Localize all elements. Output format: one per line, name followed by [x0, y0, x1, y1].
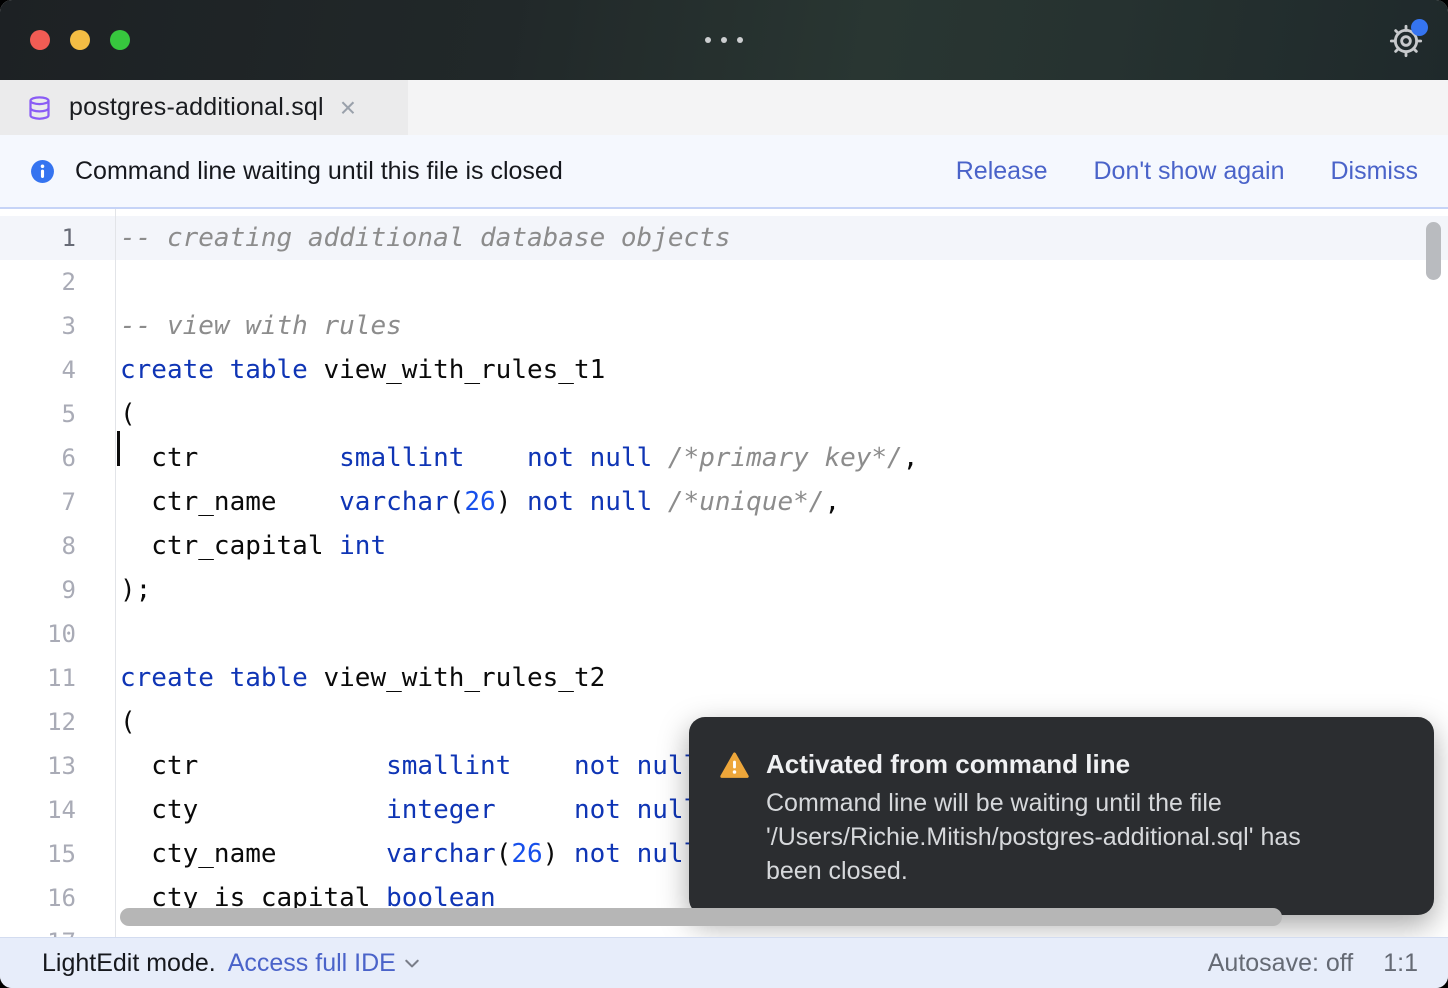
- code-line: (: [120, 399, 136, 429]
- close-window-button[interactable]: [30, 30, 50, 50]
- horizontal-scrollbar[interactable]: [120, 908, 1282, 926]
- status-right-widgets: Autosave: off 1:1: [1208, 949, 1418, 978]
- code-line: -- view with rules: [120, 311, 402, 341]
- banner-actions: Release Don't show again Dismiss: [956, 157, 1418, 186]
- traffic-lights: [30, 30, 130, 50]
- minimize-window-button[interactable]: [70, 30, 90, 50]
- line-number: 5: [61, 400, 76, 428]
- line-number: 17: [0, 920, 115, 937]
- zoom-window-button[interactable]: [110, 30, 130, 50]
- banner-message: Command line waiting until this file is …: [75, 156, 563, 185]
- notification-badge: [1411, 19, 1428, 36]
- status-bar: LightEdit mode. Access full IDE Autosave…: [0, 937, 1448, 988]
- tab-postgres-additional-sql[interactable]: postgres-additional.sql ×: [0, 80, 408, 135]
- code-line: create table view_with_rules_t1: [120, 355, 606, 385]
- chevron-down-icon: [405, 959, 419, 968]
- autosave-status[interactable]: Autosave: off: [1208, 949, 1353, 978]
- line-number: 15: [47, 840, 76, 868]
- dismiss-link[interactable]: Dismiss: [1331, 157, 1419, 186]
- line-number: 13: [47, 752, 76, 780]
- text-caret: [117, 431, 120, 466]
- line-number: 16: [47, 884, 76, 912]
- line-number: 14: [47, 796, 76, 824]
- tab-bar: postgres-additional.sql ×: [0, 80, 1448, 135]
- dont-show-again-link[interactable]: Don't show again: [1093, 157, 1284, 186]
- line-number: 11: [47, 664, 76, 692]
- code-line: -- creating additional database objects: [120, 223, 731, 253]
- toast-title: Activated from command line: [766, 749, 1131, 779]
- code-line: );: [120, 575, 152, 605]
- notification-banner: Command line waiting until this file is …: [0, 135, 1448, 209]
- database-icon: [29, 95, 50, 120]
- vertical-scrollbar[interactable]: [1426, 222, 1441, 280]
- toast-notification[interactable]: Activated from command line Command line…: [689, 717, 1434, 915]
- caret-position-widget[interactable]: 1:1: [1383, 949, 1418, 978]
- close-tab-icon[interactable]: ×: [340, 93, 356, 122]
- line-number: 7: [61, 488, 76, 516]
- line-number: 8: [61, 532, 76, 560]
- access-full-ide-link[interactable]: Access full IDE: [228, 949, 420, 978]
- info-icon: [31, 159, 54, 183]
- line-number: 4: [61, 356, 76, 384]
- line-number: 6: [61, 444, 76, 472]
- code-line: ctr_capital int: [120, 531, 387, 561]
- tab-title: postgres-additional.sql: [69, 93, 324, 121]
- settings-button[interactable]: [1386, 19, 1428, 61]
- toast-text: Activated from command line Command line…: [766, 747, 1301, 888]
- title-bar: [0, 0, 1448, 80]
- line-number: 3: [61, 312, 76, 340]
- release-link[interactable]: Release: [956, 157, 1048, 186]
- ellipsis-icon: [705, 37, 743, 43]
- toast-body: Command line will be waiting until the f…: [766, 789, 1301, 885]
- line-number: 1: [61, 224, 76, 252]
- gutter: 1234567891011121314151617: [0, 209, 116, 937]
- ide-window: postgres-additional.sql × Command line w…: [0, 0, 1448, 988]
- warning-icon: [720, 752, 749, 778]
- lightedit-mode-label: LightEdit mode.: [42, 948, 216, 977]
- line-number: 2: [61, 268, 76, 296]
- line-number: 9: [61, 576, 76, 604]
- line-number: 10: [47, 620, 76, 648]
- code-line: ctr smallint not null /*primary key*/,: [120, 443, 919, 473]
- line-number: 12: [47, 708, 76, 736]
- code-line: create table view_with_rules_t2: [120, 663, 606, 693]
- code-line: ctr_name varchar(26) not null /*unique*/…: [120, 487, 841, 517]
